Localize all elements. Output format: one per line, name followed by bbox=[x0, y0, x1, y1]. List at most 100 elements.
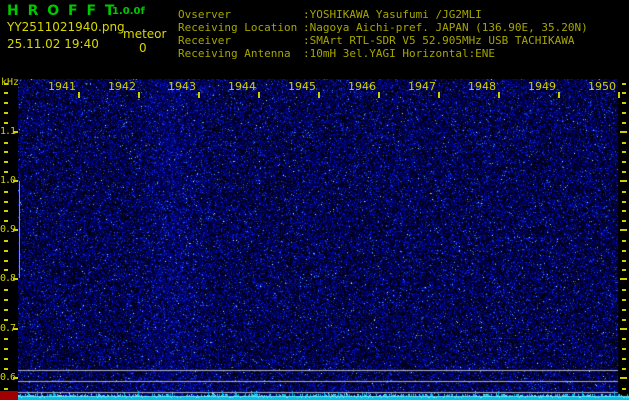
freq-minor-tick bbox=[4, 259, 8, 262]
time-tick-label: 1943 bbox=[168, 80, 196, 93]
freq-minor-tick-right bbox=[622, 289, 626, 292]
freq-minor-tick-right bbox=[622, 200, 626, 203]
freq-minor-tick-right bbox=[622, 121, 626, 124]
freq-minor-tick bbox=[4, 269, 8, 272]
freq-minor-tick bbox=[4, 200, 8, 203]
app-version-label: 1.0.0f bbox=[112, 6, 145, 17]
freq-minor-tick bbox=[4, 348, 8, 351]
time-tick bbox=[378, 92, 380, 98]
time-tick-label: 1946 bbox=[348, 80, 376, 93]
freq-minor-tick bbox=[4, 358, 8, 361]
info-label: Receiving Antenna bbox=[178, 47, 291, 60]
freq-tick-label: 0.7 bbox=[0, 322, 16, 334]
info-row: Receiving Location :Nagoya Aichi-pref. JA… bbox=[178, 21, 588, 34]
time-tick-label: 1945 bbox=[288, 80, 316, 93]
echo-count: 0 bbox=[139, 41, 147, 55]
time-tick-label: 1941 bbox=[48, 80, 76, 93]
freq-minor-tick bbox=[4, 308, 8, 311]
info-value: :SMArt RTL-SDR V5 52.905MHz USB TACHIKAW… bbox=[303, 34, 575, 47]
freq-minor-tick-right bbox=[622, 220, 626, 223]
info-row: Receiving Antenna :10mH 3el.YAGI Horizont… bbox=[178, 47, 588, 60]
info-value: :Nagoya Aichi-pref. JAPAN (136.90E, 35.2… bbox=[303, 21, 588, 34]
freq-major-tick bbox=[13, 179, 18, 182]
freq-minor-tick-right bbox=[622, 259, 626, 262]
freq-tick-label: 1.0 bbox=[0, 174, 16, 186]
freq-minor-tick bbox=[4, 298, 8, 301]
freq-minor-tick-right bbox=[622, 338, 626, 341]
time-tick bbox=[318, 92, 320, 98]
datetime-label: 25.11.02 19:40 bbox=[7, 37, 99, 51]
freq-minor-tick-right bbox=[622, 298, 626, 301]
app-title: H R O F F T bbox=[7, 3, 117, 19]
time-tick bbox=[258, 92, 260, 98]
freq-major-tick-right bbox=[620, 229, 627, 232]
freq-minor-tick-right bbox=[622, 102, 626, 105]
freq-major-tick bbox=[13, 229, 18, 232]
freq-minor-tick bbox=[4, 151, 8, 154]
freq-minor-tick bbox=[4, 210, 8, 213]
station-info: Ovserver:YOSHIKAWA Yasufumi /JG2MLI Recei… bbox=[178, 8, 588, 60]
freq-minor-tick-right bbox=[622, 171, 626, 174]
freq-major-tick-right bbox=[620, 327, 627, 330]
freq-minor-tick-right bbox=[622, 348, 626, 351]
freq-minor-tick-right bbox=[622, 239, 626, 242]
corner-marker-red bbox=[0, 391, 18, 400]
freq-minor-tick bbox=[4, 92, 8, 95]
freq-minor-tick bbox=[4, 367, 8, 370]
freq-major-tick bbox=[13, 278, 18, 281]
freq-tick-label: 0.6 bbox=[0, 371, 16, 383]
time-tick-label: 1944 bbox=[228, 80, 256, 93]
freq-minor-tick-right bbox=[622, 318, 626, 321]
info-row: Ovserver :YOSHIKAWA Yasufumi /JG2MLI bbox=[178, 8, 588, 21]
time-tick-label: 1949 bbox=[528, 80, 556, 93]
freq-major-tick-right bbox=[620, 179, 627, 182]
info-label: Receiver bbox=[178, 34, 231, 47]
left-border-line bbox=[19, 181, 20, 278]
freq-minor-tick bbox=[4, 220, 8, 223]
time-tick-label: 1947 bbox=[408, 80, 436, 93]
time-tick bbox=[138, 92, 140, 98]
freq-minor-tick-right bbox=[622, 249, 626, 252]
freq-minor-tick bbox=[4, 82, 8, 85]
time-tick bbox=[78, 92, 80, 98]
freq-minor-tick bbox=[4, 249, 8, 252]
time-tick bbox=[558, 92, 560, 98]
info-label: Receiving Location bbox=[178, 21, 298, 34]
freq-major-tick bbox=[13, 130, 18, 133]
freq-minor-tick-right bbox=[622, 358, 626, 361]
freq-major-tick-right bbox=[620, 130, 627, 133]
freq-minor-tick bbox=[4, 161, 8, 164]
freq-minor-tick-right bbox=[622, 190, 626, 193]
freq-minor-tick bbox=[4, 121, 8, 124]
info-value: :YOSHIKAWA Yasufumi /JG2MLI bbox=[303, 8, 482, 21]
freq-minor-tick bbox=[4, 171, 8, 174]
freq-tick-label: 0.8 bbox=[0, 273, 16, 285]
time-tick bbox=[618, 92, 620, 98]
freq-minor-tick bbox=[4, 289, 8, 292]
freq-minor-tick bbox=[4, 338, 8, 341]
freq-minor-tick-right bbox=[622, 161, 626, 164]
freq-minor-tick-right bbox=[622, 308, 626, 311]
freq-minor-tick-right bbox=[622, 210, 626, 213]
freq-tick-label: 1.1 bbox=[0, 125, 16, 137]
info-row: Receiver :SMArt RTL-SDR V5 52.905MHz USB … bbox=[178, 34, 588, 47]
output-filename: YY2511021940.png bbox=[7, 20, 125, 34]
freq-minor-tick-right bbox=[622, 112, 626, 115]
freq-tick-label: 0.9 bbox=[0, 224, 16, 236]
spectrogram-canvas bbox=[18, 79, 629, 400]
freq-minor-tick-right bbox=[622, 92, 626, 95]
time-tick-label: 1950 bbox=[588, 80, 616, 93]
info-value: :10mH 3el.YAGI Horizontal:ENE bbox=[303, 47, 496, 60]
freq-major-tick bbox=[13, 327, 18, 330]
freq-minor-tick-right bbox=[622, 269, 626, 272]
time-tick-label: 1948 bbox=[468, 80, 496, 93]
time-tick-label: 1942 bbox=[108, 80, 136, 93]
freq-minor-tick-right bbox=[622, 151, 626, 154]
freq-minor-tick-right bbox=[622, 387, 626, 390]
freq-minor-tick-right bbox=[622, 82, 626, 85]
freq-minor-tick bbox=[4, 112, 8, 115]
freq-minor-tick bbox=[4, 141, 8, 144]
info-label: Ovserver bbox=[178, 8, 231, 21]
freq-minor-tick-right bbox=[622, 141, 626, 144]
time-tick bbox=[498, 92, 500, 98]
